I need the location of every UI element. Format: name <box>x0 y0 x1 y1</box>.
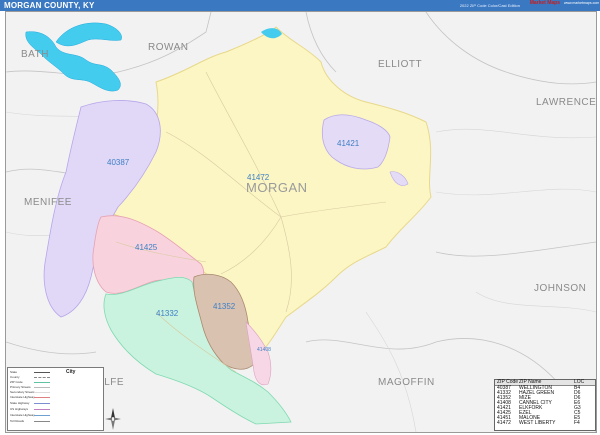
publisher-logo: Market Maps <box>529 0 560 6</box>
north-arrow-icon <box>105 408 121 430</box>
county-label-bath: BATH <box>21 49 49 60</box>
map-legend: State County ZIP Code Primary Streets Se… <box>7 367 104 431</box>
legend-item: Interstate Highway <box>10 413 35 417</box>
county-label-magoffin: MAGOFFIN <box>378 377 435 388</box>
legend-item: ZIP Code <box>10 380 23 384</box>
publisher-url: www.marketmaps.com <box>564 1 600 5</box>
county-label-menifee: MENIFEE <box>24 197 72 208</box>
zip-label-41332: 41332 <box>156 309 179 318</box>
edition-label: 2022 ZIP Code Color/Cast Edition <box>459 3 520 8</box>
legend-item: Primary Streets <box>10 385 31 389</box>
title-bar: MORGAN COUNTY, KY 2022 ZIP Code Color/Ca… <box>0 0 600 11</box>
legend-item: State <box>10 370 18 374</box>
zip-label-41472: 41472 <box>247 173 270 182</box>
legend-item: Toll Roads <box>10 419 25 423</box>
county-label-rowan: ROWAN <box>148 42 188 53</box>
zip-label-40387: 40387 <box>107 158 130 167</box>
county-label-lawrence: LAWRENCE <box>536 97 596 108</box>
legend-item: County <box>10 375 20 379</box>
city-legend-symbol: City <box>66 369 76 375</box>
zip-label-41352: 41352 <box>213 302 236 311</box>
zip-label-41408: 41408 <box>257 347 271 353</box>
county-label-johnson: JOHNSON <box>534 283 586 294</box>
legend-item: State Highway <box>10 401 30 405</box>
legend-item: Interstate Highway <box>10 395 35 399</box>
zip-table-row: 41472 WEST LIBERTY F4 <box>497 420 580 426</box>
zip-code-table: ZIP Code ZIP Name LOC 40387 WELLINGTON B4 … <box>494 379 596 431</box>
legend-item: US Highways <box>10 407 29 411</box>
zip-label-41425: 41425 <box>135 243 158 252</box>
zip-label-41421: 41421 <box>337 139 360 148</box>
county-label-morgan: MORGAN <box>246 180 308 195</box>
lake-arm <box>55 22 122 47</box>
map-title: MORGAN COUNTY, KY <box>4 1 95 10</box>
county-label-elliott: ELLIOTT <box>378 59 422 70</box>
legend-item: Secondary Streets <box>10 390 35 394</box>
